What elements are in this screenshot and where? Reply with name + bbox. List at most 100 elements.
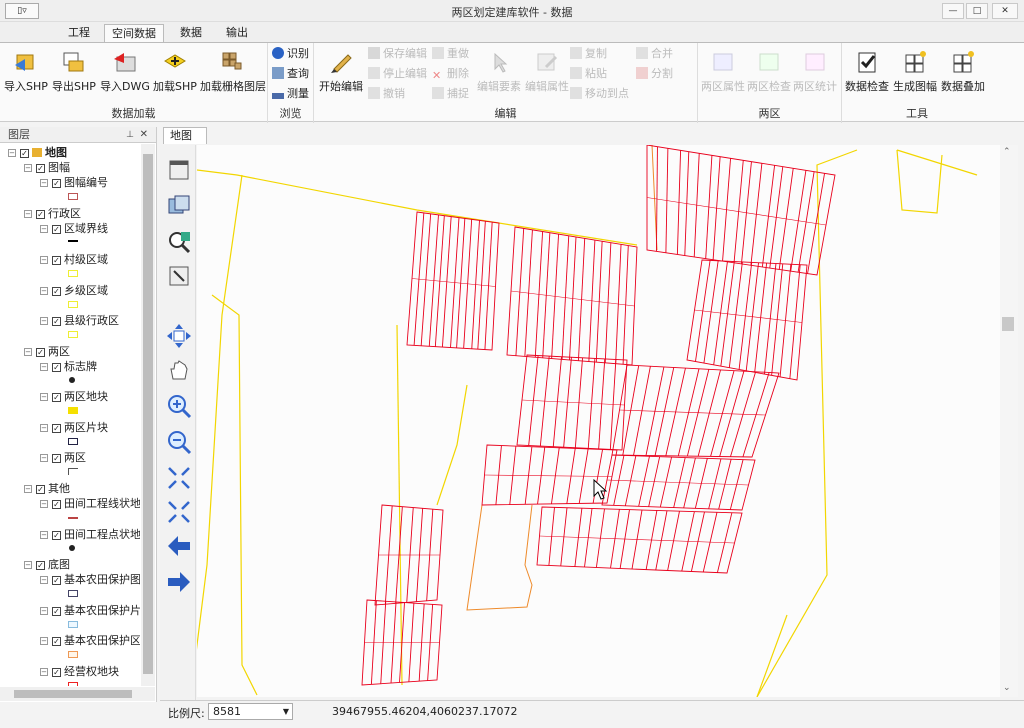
pan-arrows-icon[interactable] <box>166 323 192 349</box>
checkbox[interactable]: ✓ <box>36 561 45 570</box>
layer-node[interactable]: − ✓ 图幅编号 <box>40 176 108 190</box>
close-button[interactable]: ✕ <box>992 3 1018 19</box>
layer-node[interactable]: − ✓ 两区片块 <box>40 421 108 435</box>
layer-node[interactable]: − ✓ 底图 <box>24 558 70 572</box>
collapse-icon[interactable]: − <box>40 500 48 508</box>
layer-node[interactable]: − ✓ 乡级区域 <box>40 284 108 298</box>
checkbox[interactable]: ✓ <box>52 500 61 509</box>
copy-button[interactable]: 复制 <box>570 47 607 61</box>
collapse-icon[interactable]: − <box>40 607 48 615</box>
layer-node[interactable]: − ✓ 田间工程线状地 <box>40 497 140 511</box>
pin-icon[interactable]: ⊥ <box>126 127 134 143</box>
checkbox[interactable]: ✓ <box>36 210 45 219</box>
delete-button[interactable]: ✕ 删除 <box>432 67 469 82</box>
collapse-icon[interactable]: − <box>40 287 48 295</box>
merge-button[interactable]: 合并 <box>636 47 673 61</box>
checkbox[interactable]: ✓ <box>52 363 61 372</box>
checkbox[interactable]: ✓ <box>20 149 29 158</box>
checkbox[interactable]: ✓ <box>52 179 61 188</box>
layer-node[interactable]: − ✓ 基本农田保护区 <box>40 634 140 648</box>
redo-button[interactable]: 重做 <box>432 47 469 61</box>
layer-node[interactable]: − ✓ 两区 <box>24 345 70 359</box>
zoom-out-icon[interactable] <box>166 429 192 455</box>
scroll-thumb[interactable] <box>143 154 153 674</box>
save-edit-button[interactable]: 保存编辑 <box>368 47 427 61</box>
checkbox[interactable]: ✓ <box>52 225 61 234</box>
tab-map[interactable]: 地图✕ <box>163 127 207 158</box>
layer-node[interactable]: − ✓ 行政区 <box>24 207 81 221</box>
checkbox[interactable]: ✓ <box>52 607 61 616</box>
checkbox[interactable]: ✓ <box>52 287 61 296</box>
collapse-icon[interactable]: − <box>40 576 48 584</box>
layer-node[interactable]: − ✓ 地图 <box>8 146 67 160</box>
tab-project[interactable]: 工程 <box>60 24 98 42</box>
collapse-icon[interactable]: − <box>40 363 48 371</box>
stop-edit-button[interactable]: 停止编辑 <box>368 67 427 81</box>
collapse-icon[interactable]: − <box>24 164 32 172</box>
checkbox[interactable]: ✓ <box>52 637 61 646</box>
minimize-button[interactable]: — <box>942 3 964 19</box>
scroll-up-icon[interactable]: ⌃ <box>1003 147 1011 157</box>
layer-node[interactable]: − ✓ 县级行政区 <box>40 314 119 328</box>
liangqu-check-button[interactable]: 两区检查 <box>746 49 792 94</box>
collapse-icon[interactable]: − <box>40 454 48 462</box>
layer-horizontal-scrollbar[interactable] <box>0 687 155 701</box>
layer-node[interactable]: − ✓ 区域界线 <box>40 222 108 236</box>
layer-vertical-scrollbar[interactable] <box>141 144 155 686</box>
move-to-point-button[interactable]: 移动到点 <box>570 87 629 101</box>
checkbox[interactable]: ✓ <box>36 348 45 357</box>
collapse-icon[interactable]: − <box>40 637 48 645</box>
data-overlay-button[interactable]: 数据叠加 <box>940 49 986 94</box>
checkbox[interactable]: ✓ <box>52 424 61 433</box>
layer-node[interactable]: − ✓ 田间工程点状地 <box>40 528 140 542</box>
hand-pan-icon[interactable] <box>166 357 192 383</box>
checkbox[interactable]: ✓ <box>52 668 61 677</box>
layer-node[interactable]: − ✓ 村级区域 <box>40 253 108 267</box>
tab-spatial-data[interactable]: 空间数据 <box>104 24 164 42</box>
import-shp-button[interactable]: 导入SHP <box>4 49 48 94</box>
maximize-button[interactable]: □ <box>966 3 988 19</box>
undo-button[interactable]: 撤销 <box>368 87 405 101</box>
load-shp-button[interactable]: 加载SHP <box>152 49 198 94</box>
collapse-icon[interactable]: − <box>8 149 16 157</box>
checkbox[interactable]: ✓ <box>36 485 45 494</box>
checkbox[interactable]: ✓ <box>52 393 61 402</box>
collapse-icon[interactable]: − <box>40 531 48 539</box>
layer-node[interactable]: − ✓ 基本农田保护片 <box>40 604 140 618</box>
measure-button[interactable]: 测量 <box>272 87 309 101</box>
layer-node[interactable]: − ✓ 两区地块 <box>40 390 108 404</box>
scale-select[interactable]: 8581 ▼ <box>208 703 293 720</box>
edit-attribute-button[interactable]: 编辑属性 <box>522 49 572 94</box>
query-button[interactable]: 查询 <box>272 67 309 81</box>
checkbox[interactable]: ✓ <box>52 454 61 463</box>
collapse-icon[interactable]: − <box>40 668 48 676</box>
paste-button[interactable]: 粘贴 <box>570 67 607 81</box>
panel-close-icon[interactable]: ✕ <box>140 127 148 143</box>
layer-select-icon[interactable] <box>166 193 192 219</box>
scroll-down-icon[interactable]: ⌄ <box>1003 683 1011 693</box>
checkbox[interactable]: ✓ <box>52 576 61 585</box>
start-edit-button[interactable]: 开始编辑 <box>318 49 364 94</box>
edit-feature-button[interactable]: 编辑要素 <box>474 49 524 94</box>
layer-node[interactable]: − ✓ 两区 <box>40 451 86 465</box>
scroll-thumb[interactable] <box>1002 317 1014 331</box>
collapse-icon[interactable]: − <box>40 225 48 233</box>
identify-button[interactable]: 识别 <box>272 47 309 61</box>
collapse-icon[interactable]: − <box>40 317 48 325</box>
zoom-layer-icon[interactable] <box>166 229 192 255</box>
forward-arrow-icon[interactable] <box>166 569 192 595</box>
map-canvas[interactable] <box>197 145 1015 697</box>
layer-node[interactable]: − ✓ 经营权地块 <box>40 665 119 679</box>
layer-node[interactable]: − ✓ 图幅 <box>24 161 70 175</box>
import-dwg-button[interactable]: 导入DWG <box>100 49 150 94</box>
layer-node[interactable]: − ✓ 基本农田保护图 <box>40 573 140 587</box>
checkbox[interactable]: ✓ <box>52 531 61 540</box>
full-extent-icon[interactable] <box>166 157 192 183</box>
collapse-icon[interactable]: − <box>40 424 48 432</box>
checkbox[interactable]: ✓ <box>36 164 45 173</box>
zoom-in-icon[interactable] <box>166 393 192 419</box>
collapse-icon[interactable]: − <box>24 485 32 493</box>
collapse-icon[interactable]: − <box>40 256 48 264</box>
fixed-zoom-out-icon[interactable] <box>166 499 192 525</box>
collapse-icon[interactable]: − <box>40 179 48 187</box>
